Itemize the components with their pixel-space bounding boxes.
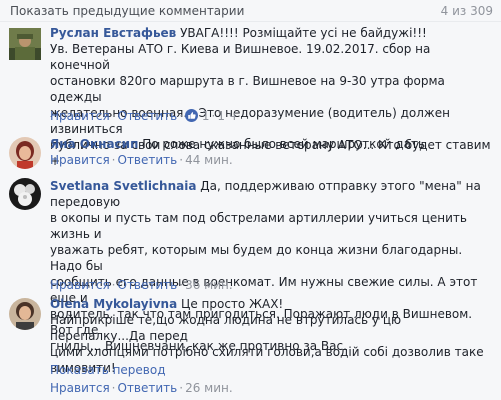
comment-author[interactable]: Svetlana Svetlichnaia xyxy=(50,179,196,193)
comment-author[interactable]: Руслан Евстафьев xyxy=(50,26,176,40)
comment-time[interactable]: 44 мин. xyxy=(185,153,233,167)
reply-link[interactable]: Ответить xyxy=(118,153,178,167)
comment-time[interactable]: 1 ч xyxy=(217,109,236,123)
like-link[interactable]: Нравится xyxy=(50,153,110,167)
comment-actions: Нравится · Ответить · 44 мин. xyxy=(50,153,233,167)
comment-text-line: Найприкріше те,що жодна людина не втрути… xyxy=(50,313,402,343)
reply-link[interactable]: Ответить xyxy=(118,278,178,292)
comment-counter: 4 из 309 xyxy=(440,3,493,18)
comment-time[interactable]: 36 мин. xyxy=(185,278,233,292)
comment-text-line: Це просто ЖАХ! xyxy=(181,297,284,311)
reply-link[interactable]: Ответить xyxy=(118,109,178,123)
comment-actions: Нравится · Ответить · 36 мин. xyxy=(50,278,233,292)
comment-text-line: уважать ребят, которым мы будем до конца… xyxy=(50,243,463,273)
comment-time[interactable]: 26 мин. xyxy=(185,381,233,395)
comment-body: Яна Окнасип По роже нужно было всей марш… xyxy=(50,136,493,152)
comment-actions: Нравится · Ответить · 26 мин. xyxy=(50,381,233,395)
avatar[interactable] xyxy=(9,28,41,60)
comment-text-line: остановки 820го маршрута в г. Вишневое н… xyxy=(50,74,445,104)
comment-author[interactable]: Olena Mykolayivna xyxy=(50,297,177,311)
avatar[interactable] xyxy=(9,298,41,330)
like-reaction-icon[interactable] xyxy=(185,109,199,125)
comment-text-line: цими хлопцями потрібно схиляти голови,а … xyxy=(50,345,484,359)
comment-author[interactable]: Яна Окнасип xyxy=(50,137,138,151)
show-translation-link[interactable]: Показать перевод xyxy=(50,363,166,377)
comment-actions: Нравится · Ответить · 1 · 1 ч xyxy=(50,109,236,125)
comment-text-line: в окопы и пусть там под обстрелами артил… xyxy=(50,211,467,241)
comment-text-line: По роже нужно было всей маршруткой дать xyxy=(142,137,426,151)
comments-header: Показать предыдущие комментарии 4 из 309 xyxy=(0,0,501,22)
show-previous-comments-link[interactable]: Показать предыдущие комментарии xyxy=(10,4,244,18)
comments-panel: Показать предыдущие комментарии 4 из 309… xyxy=(0,0,501,400)
like-link[interactable]: Нравится xyxy=(50,109,110,123)
reaction-count: 1 xyxy=(201,109,210,123)
avatar[interactable] xyxy=(9,137,41,169)
comment-text-line: Ув. Ветераны АТО г. Киева и Вишневое. 19… xyxy=(50,42,431,72)
avatar[interactable] xyxy=(9,178,41,210)
like-link[interactable]: Нравится xyxy=(50,381,110,395)
comment-text-line: УВАГА!!!! Розміщайте усі не байдужі!!! xyxy=(180,26,427,40)
reply-link[interactable]: Ответить xyxy=(118,381,178,395)
like-link[interactable]: Нравится xyxy=(50,278,110,292)
